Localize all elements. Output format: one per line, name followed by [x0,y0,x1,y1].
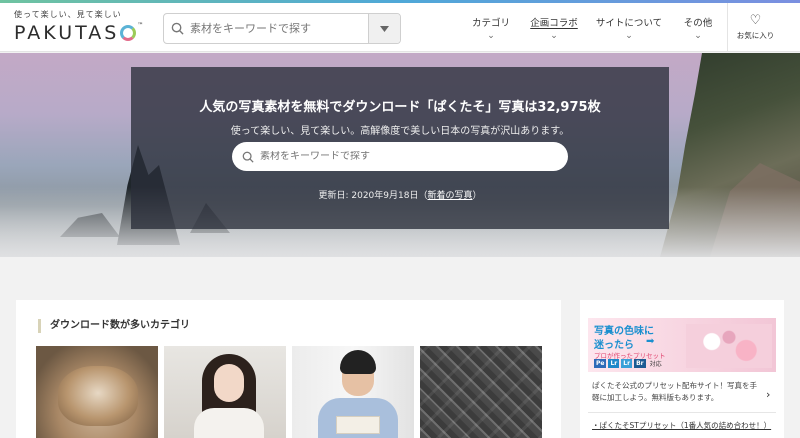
logo-text: PAKUTAS [14,22,120,44]
sidebar-card: 写真の色味に 迷ったら ➡ プロが作ったプリセット Pe Lr Lr Br 対応… [580,300,784,438]
sidebar-description: ぱくたそ公式のプリセット配布サイト！写真を手軽に加工しよう。無料版もあります。 [592,381,757,402]
badge-suffix: 対応 [649,361,662,368]
badge-lr: Lr [621,359,633,368]
banner-badges: Pe Lr Lr Br 対応 [594,359,662,368]
chevron-down-icon: ⌄ [694,30,702,41]
nav-other[interactable]: その他 ⌄ [678,3,718,52]
site-logo[interactable]: 使って楽しい、見て楽しい PAKUTAS ™ [14,9,154,47]
chevron-down-icon: ⌄ [487,30,495,41]
chevron-right-icon[interactable]: › [766,388,770,401]
header-search [163,13,401,44]
favorites-button[interactable]: ♡ お気に入り [727,3,783,52]
section-title: ダウンロード数が多いカテゴリ [38,319,190,333]
header-search-input[interactable] [190,22,368,35]
logo-wordmark: PAKUTAS ™ [14,22,154,44]
nav-label: その他 [683,17,713,29]
category-thumb-texture[interactable] [420,346,542,438]
logo-trademark: ™ [137,22,147,29]
search-dropdown-button[interactable] [368,14,400,43]
chevron-down-icon: ⌄ [625,30,633,41]
hero-search-input[interactable] [260,151,568,162]
category-thumb-cat[interactable] [36,346,158,438]
category-thumb-woman[interactable] [164,346,286,438]
hero-search [232,142,568,171]
update-prefix: 更新日: 2020年9月18日（ [318,191,428,201]
banner-headline: 写真の色味に [594,326,654,337]
preset-link[interactable]: ・ぱくたそSTプリセット（1番人気の詰め合わせ！） [592,420,771,431]
update-date: 更新日: 2020年9月18日（新着の写真） [131,188,669,201]
search-icon [242,151,254,163]
nav-label: サイトについて [595,17,663,29]
search-icon[interactable] [164,22,190,35]
hero-subtitle: 使って楽しい、見て楽しい。高解像度で美しい日本の写真が沢山あります。 [230,126,570,137]
badge-br: Br [634,359,646,368]
thumb-figure-top [194,408,264,438]
new-photos-link[interactable]: 新着の写真 [427,191,472,201]
thumb-figure-book [336,416,380,434]
thumb-figure-face [214,364,244,402]
hero-panel: 人気の写真素材を無料でダウンロード「ぱくたそ」写真は32,975枚 使って楽しい… [131,67,669,229]
nav-label: カテゴリ [471,17,510,29]
heart-icon: ♡ [749,13,762,28]
banner-headline-2: 迷ったら [594,340,634,351]
site-header: 使って楽しい、見て楽しい PAKUTAS ™ カテゴリ ⌄ 企画コラボ ⌄ サイ… [0,3,800,52]
nav-category[interactable]: カテゴリ ⌄ [468,3,514,52]
caret-down-icon [380,25,389,32]
hero-section: 人気の写真素材を無料でダウンロード「ぱくたそ」写真は32,975枚 使って楽しい… [0,53,800,257]
nav-collab[interactable]: 企画コラボ ⌄ [528,3,580,52]
logo-o-mark [120,25,137,41]
thumb-figure-hair [340,350,376,374]
badge-lr: Lr [608,359,620,368]
update-suffix: ） [472,191,482,201]
logo-tagline: 使って楽しい、見て楽しい [14,10,122,19]
banner-decoration [686,324,772,368]
badge-pe: Pe [594,359,607,368]
category-thumb-man[interactable] [292,346,414,438]
favorites-label: お気に入り [736,31,775,40]
arrow-right-icon: ➡ [646,336,655,347]
nav-label: 企画コラボ [530,17,578,29]
preset-banner[interactable]: 写真の色味に 迷ったら ➡ プロが作ったプリセット Pe Lr Lr Br 対応 [588,318,776,372]
divider [588,412,776,413]
chevron-down-icon: ⌄ [550,30,558,41]
nav-about[interactable]: サイトについて ⌄ [596,3,662,52]
popular-categories-card: ダウンロード数が多いカテゴリ [16,300,561,438]
hero-title: 人気の写真素材を無料でダウンロード「ぱくたそ」写真は32,975枚 [199,100,601,115]
